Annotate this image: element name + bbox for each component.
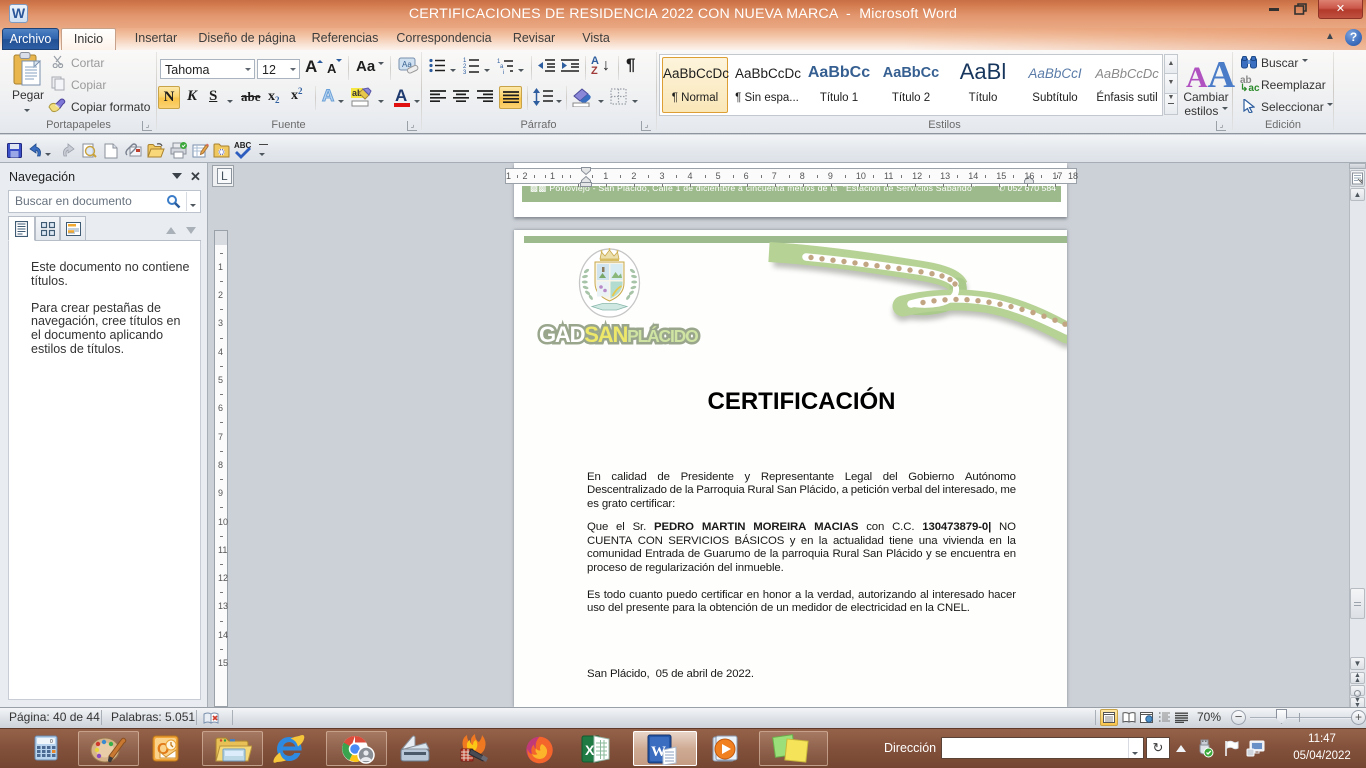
svg-text:i: i (503, 70, 504, 74)
svg-text:X: X (585, 742, 595, 758)
svg-text:0: 0 (50, 739, 53, 745)
svg-text:3: 3 (463, 70, 467, 74)
svg-text:W: W (651, 744, 666, 760)
